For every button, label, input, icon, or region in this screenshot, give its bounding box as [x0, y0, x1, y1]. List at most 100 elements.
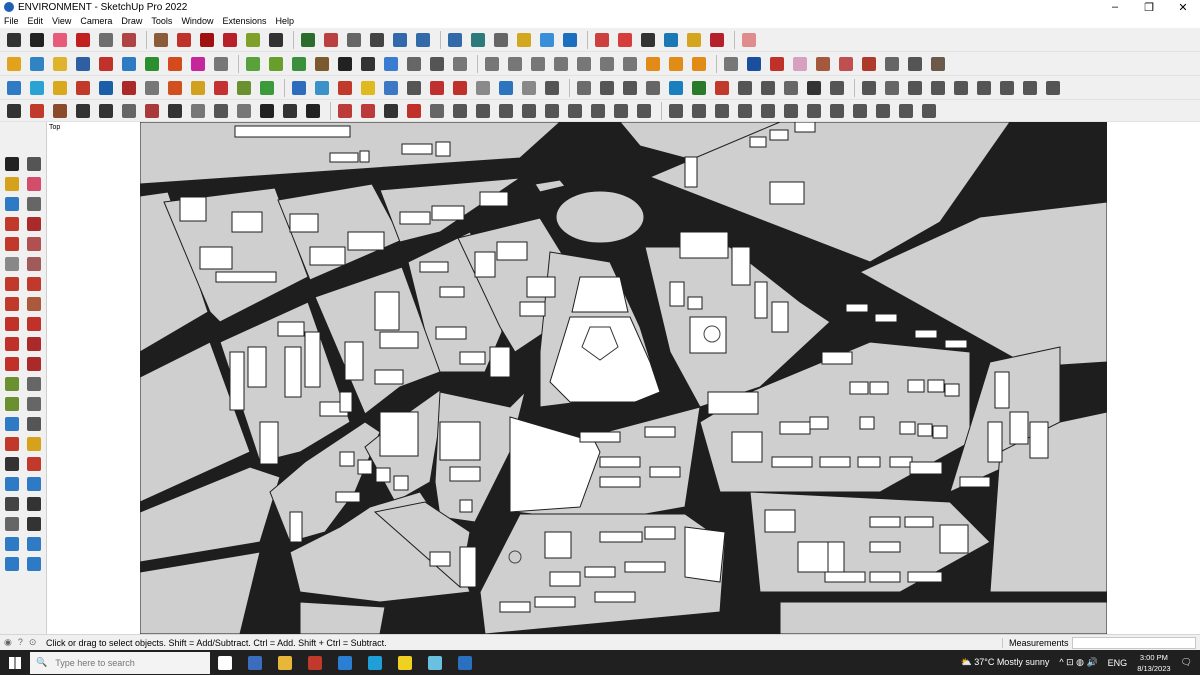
row4-tool-31-button[interactable]	[712, 101, 732, 121]
row3-tool-13-button[interactable]	[289, 78, 309, 98]
edge-taskbar-button[interactable]	[360, 650, 390, 675]
row3-tool-8-button[interactable]	[165, 78, 185, 98]
row4-tool-38-button[interactable]	[873, 101, 893, 121]
row3-tool-33-button[interactable]	[758, 78, 778, 98]
pan-button[interactable]	[24, 434, 44, 454]
tape-button[interactable]	[24, 194, 44, 214]
notifications-icon[interactable]: 🗨	[1181, 657, 1192, 668]
calculator-taskbar-button[interactable]	[240, 650, 270, 675]
row2-tool-25-button[interactable]	[574, 54, 594, 74]
row3-tool-25-button[interactable]	[574, 78, 594, 98]
row3-tool-34-button[interactable]	[781, 78, 801, 98]
row4-tool-8-button[interactable]	[165, 101, 185, 121]
position-camera-button[interactable]	[2, 494, 22, 514]
orbit2-button[interactable]	[2, 434, 22, 454]
row3-tool-37-button[interactable]	[859, 78, 879, 98]
row2-tool-34-button[interactable]	[790, 54, 810, 74]
row3-tool-6-button[interactable]	[119, 78, 139, 98]
row4-tool-17-button[interactable]	[381, 101, 401, 121]
row4-tool-39-button[interactable]	[896, 101, 916, 121]
row3-tool-29-button[interactable]	[666, 78, 686, 98]
circle-button[interactable]	[2, 254, 22, 274]
row1-tool-5-button[interactable]	[96, 30, 116, 50]
row2-tool-38-button[interactable]	[882, 54, 902, 74]
select-button[interactable]	[2, 154, 22, 174]
move-button[interactable]	[2, 314, 22, 334]
row4-tool-22-button[interactable]	[496, 101, 516, 121]
row4-tool-23-button[interactable]	[519, 101, 539, 121]
row2-tool-6-button[interactable]	[119, 54, 139, 74]
row1-tool-10-button[interactable]	[220, 30, 240, 50]
row1-tool-12-button[interactable]	[266, 30, 286, 50]
row4-tool-5-button[interactable]	[96, 101, 116, 121]
row3-tool-19-button[interactable]	[427, 78, 447, 98]
row4-tool-21-button[interactable]	[473, 101, 493, 121]
row1-tool-7-button[interactable]	[151, 30, 171, 50]
sketchup-taskbar-button[interactable]	[450, 650, 480, 675]
clock[interactable]: 3:00 PM 8/13/2023	[1137, 652, 1170, 674]
row3-tool-2-button[interactable]	[27, 78, 47, 98]
row4-tool-14-button[interactable]	[303, 101, 323, 121]
row1-tool-25-button[interactable]	[592, 30, 612, 50]
row2-tool-5-button[interactable]	[96, 54, 116, 74]
row4-tool-24-button[interactable]	[542, 101, 562, 121]
freehand-button[interactable]	[24, 214, 44, 234]
row2-tool-19-button[interactable]	[427, 54, 447, 74]
row2-tool-24-button[interactable]	[551, 54, 571, 74]
row1-tool-3-button[interactable]	[50, 30, 70, 50]
row4-tool-12-button[interactable]	[257, 101, 277, 121]
menu-window[interactable]: Window	[181, 16, 213, 26]
row2-tool-20-button[interactable]	[450, 54, 470, 74]
paint-bucket-button[interactable]	[2, 174, 22, 194]
rotate-button[interactable]	[2, 334, 22, 354]
row3-tool-5-button[interactable]	[96, 78, 116, 98]
flip-edge-button[interactable]	[24, 554, 44, 574]
row2-tool-37-button[interactable]	[859, 54, 879, 74]
eraser-button[interactable]	[24, 174, 44, 194]
row4-tool-6-button[interactable]	[119, 101, 139, 121]
row1-tool-15-button[interactable]	[344, 30, 364, 50]
row2-tool-2-button[interactable]	[27, 54, 47, 74]
row2-tool-9-button[interactable]	[188, 54, 208, 74]
row1-tool-17-button[interactable]	[390, 30, 410, 50]
file-explorer-taskbar-button[interactable]	[270, 650, 300, 675]
row3-tool-40-button[interactable]	[928, 78, 948, 98]
row3-tool-43-button[interactable]	[997, 78, 1017, 98]
row1-tool-24-button[interactable]	[560, 30, 580, 50]
row4-tool-29-button[interactable]	[666, 101, 686, 121]
component-button[interactable]	[2, 194, 22, 214]
row3-tool-12-button[interactable]	[257, 78, 277, 98]
row4-tool-40-button[interactable]	[919, 101, 939, 121]
taskbar-search-input[interactable]	[55, 657, 176, 668]
text-button[interactable]	[24, 394, 44, 414]
sandbox-button[interactable]	[2, 534, 22, 554]
section-plane-button[interactable]	[24, 514, 44, 534]
row4-tool-18-button[interactable]	[404, 101, 424, 121]
row3-tool-14-button[interactable]	[312, 78, 332, 98]
row3-tool-9-button[interactable]	[188, 78, 208, 98]
row4-tool-11-button[interactable]	[234, 101, 254, 121]
row1-tool-13-button[interactable]	[298, 30, 318, 50]
row4-tool-32-button[interactable]	[735, 101, 755, 121]
row1-tool-22-button[interactable]	[514, 30, 534, 50]
row2-tool-16-button[interactable]	[358, 54, 378, 74]
row3-tool-35-button[interactable]	[804, 78, 824, 98]
row1-tool-26-button[interactable]	[615, 30, 635, 50]
row4-tool-4-button[interactable]	[73, 101, 93, 121]
row2-tool-10-button[interactable]	[211, 54, 231, 74]
row4-tool-13-button[interactable]	[280, 101, 300, 121]
tray-icons[interactable]: ^ ⊡ ◍ 🔊	[1059, 657, 1097, 668]
row2-tool-29-button[interactable]	[666, 54, 686, 74]
row2-tool-23-button[interactable]	[528, 54, 548, 74]
measurements-field[interactable]	[1072, 636, 1196, 649]
row3-tool-4-button[interactable]	[73, 78, 93, 98]
help-icon[interactable]: ⊙	[29, 637, 37, 648]
3dtext-button[interactable]	[24, 414, 44, 434]
row2-tool-35-button[interactable]	[813, 54, 833, 74]
row4-tool-28-button[interactable]	[634, 101, 654, 121]
row1-tool-28-button[interactable]	[661, 30, 681, 50]
row2-tool-28-button[interactable]	[643, 54, 663, 74]
acrobat-taskbar-button[interactable]	[300, 650, 330, 675]
row2-tool-4-button[interactable]	[73, 54, 93, 74]
row3-tool-45-button[interactable]	[1043, 78, 1063, 98]
